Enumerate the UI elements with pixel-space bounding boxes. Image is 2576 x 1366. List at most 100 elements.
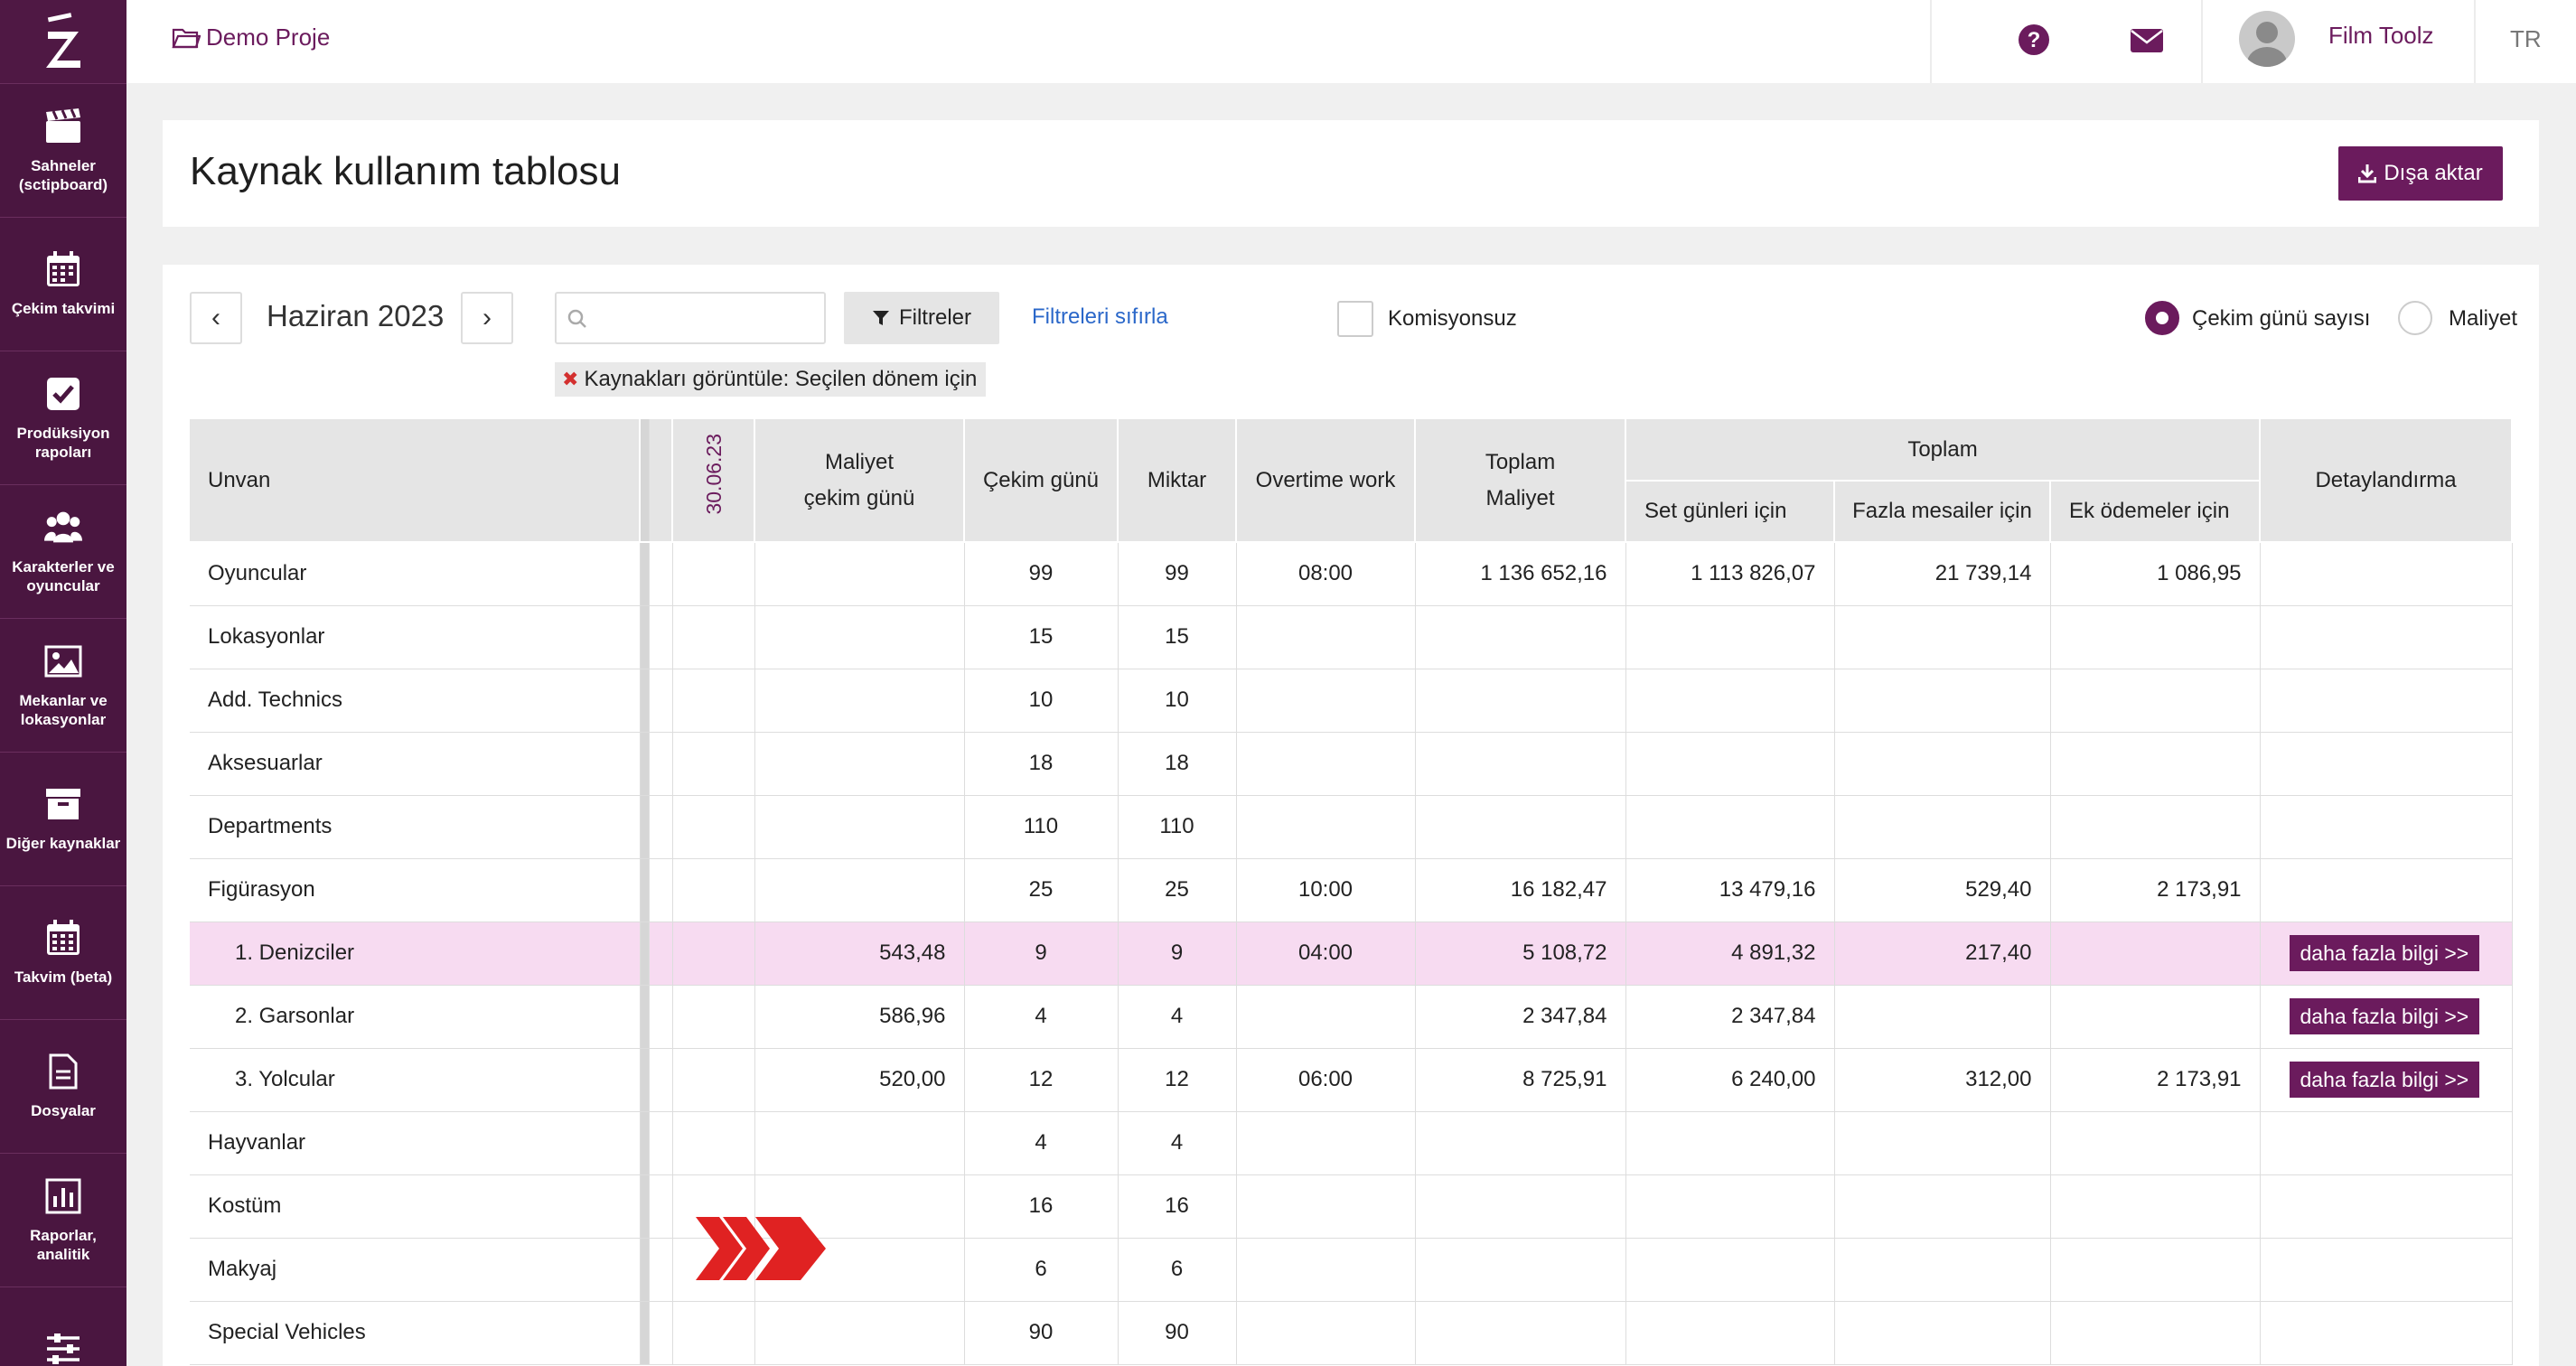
table-row: Special Vehicles 90 90	[190, 1301, 2513, 1365]
column-divider	[640, 1238, 650, 1302]
column-divider	[640, 605, 650, 669]
remove-chip-icon[interactable]: ✖	[562, 368, 578, 391]
cell-total-cost: 5 108,72	[1415, 922, 1626, 986]
cell-extra-pay	[2050, 1301, 2261, 1365]
cell-total-cost	[1415, 732, 1626, 796]
cell-set-days: 13 479,16	[1625, 858, 1835, 922]
column-divider	[640, 922, 650, 986]
cell-blank	[649, 542, 673, 606]
cell-extra-hours: 529,40	[1834, 858, 2051, 922]
next-month-button[interactable]: ›	[461, 292, 513, 344]
logo-icon	[46, 13, 80, 68]
cell-detail	[2260, 1238, 2513, 1302]
radio-cost-label: Maliyet	[2449, 306, 2518, 331]
avatar[interactable]	[2239, 11, 2295, 67]
table-row: Kostüm 16 16	[190, 1174, 2513, 1239]
sidebar-item[interactable]: Takvim (beta)	[0, 885, 126, 1019]
column-divider	[640, 732, 650, 796]
column-divider	[640, 1048, 650, 1112]
help-icon[interactable]: ?	[2018, 23, 2050, 61]
cell-overtime: 08:00	[1236, 542, 1416, 606]
column-divider	[640, 985, 650, 1049]
cell-days: 6	[964, 1238, 1119, 1302]
column-divider	[640, 795, 650, 859]
cell-detail: daha fazla bilgi >>	[2260, 922, 2513, 986]
sidebar-item[interactable]: Dosyalar	[0, 1019, 126, 1153]
header-panel: Kaynak kullanım tablosu Dışa aktar	[163, 120, 2539, 227]
bar-chart-icon	[44, 1177, 82, 1215]
more-info-button[interactable]: daha fazla bilgi >>	[2289, 935, 2480, 971]
cell-date	[672, 922, 755, 986]
table-row: Lokasyonlar 15 15	[190, 605, 2513, 669]
funnel-icon	[872, 311, 889, 325]
search-icon	[567, 309, 586, 328]
cell-detail	[2260, 669, 2513, 733]
search-input[interactable]	[557, 294, 824, 342]
cell-overtime	[1236, 795, 1416, 859]
cell-cost-day: 543,48	[754, 922, 965, 986]
header-blank	[649, 419, 673, 543]
cell-date	[672, 1111, 755, 1175]
cell-date	[672, 795, 755, 859]
cell-qty: 99	[1118, 542, 1237, 606]
sidebar-item[interactable]: Sahneler (sctipboard)	[0, 83, 126, 217]
mail-icon[interactable]	[2130, 27, 2164, 59]
more-info-button[interactable]: daha fazla bilgi >>	[2289, 1062, 2480, 1098]
cell-days: 25	[964, 858, 1119, 922]
filter-button[interactable]: Filtreler	[844, 292, 999, 344]
sidebar-item[interactable]: Prodüksiyon rapoları	[0, 351, 126, 484]
table-row: Figürasyon 25 25 10:00 16 182,47 13 479,16 529…	[190, 858, 2513, 922]
cell-set-days: 2 347,84	[1625, 985, 1835, 1049]
cell-extra-pay	[2050, 605, 2261, 669]
cell-detail	[2260, 732, 2513, 796]
sidebar-item-label: Diğer kaynaklar	[5, 835, 121, 852]
sidebar-item[interactable]: Mekanlar ve lokasyonlar	[0, 618, 126, 752]
radio-shooting-days[interactable]	[2145, 301, 2179, 335]
header-detail: Detaylandırma	[2260, 419, 2514, 543]
page-title: Kaynak kullanım tablosu	[190, 149, 621, 193]
filter-chip: ✖ Kaynakları görüntüle: Seçilen dönem iç…	[555, 362, 987, 397]
sidebar-item[interactable]: Diğer kaynaklar	[0, 752, 126, 885]
app-logo[interactable]	[0, 0, 126, 83]
row-name: Kostüm	[190, 1174, 641, 1239]
row-name: Makyaj	[190, 1238, 641, 1302]
cell-total-cost: 2 347,84	[1415, 985, 1626, 1049]
column-divider	[640, 669, 650, 733]
sidebar-item[interactable]: Karakterler ve oyuncular	[0, 484, 126, 618]
cell-total-cost	[1415, 605, 1626, 669]
top-bar: Demo Proje ? Film Toolz TR	[126, 0, 2576, 83]
reset-filters-link[interactable]: Filtreleri sıfırla	[1032, 304, 1168, 330]
column-divider	[640, 542, 650, 606]
cell-qty: 15	[1118, 605, 1237, 669]
cell-extra-pay	[2050, 795, 2261, 859]
cell-overtime	[1236, 1238, 1416, 1302]
header-qty: Miktar	[1118, 419, 1237, 543]
cell-blank	[649, 858, 673, 922]
cell-set-days	[1625, 1301, 1835, 1365]
cell-set-days	[1625, 1111, 1835, 1175]
language-switch[interactable]: TR	[2510, 25, 2542, 53]
row-name: 2. Garsonlar	[190, 985, 641, 1049]
cell-extra-hours	[1834, 1238, 2051, 1302]
prev-month-button[interactable]: ‹	[190, 292, 242, 344]
cell-blank	[649, 669, 673, 733]
user-name[interactable]: Film Toolz	[2328, 22, 2434, 50]
cell-cost-day	[754, 1301, 965, 1365]
sidebar-item[interactable]: Raporlar, analitik	[0, 1153, 126, 1286]
sidebar-item[interactable]: Çekim takvimi	[0, 217, 126, 351]
more-info-button[interactable]: daha fazla bilgi >>	[2289, 998, 2480, 1034]
cell-extra-hours	[1834, 795, 2051, 859]
komisyonsuz-checkbox[interactable]	[1337, 301, 1373, 337]
cell-cost-day	[754, 605, 965, 669]
cell-extra-hours	[1834, 1301, 2051, 1365]
people-icon	[44, 509, 82, 547]
column-divider	[640, 1111, 650, 1175]
sidebar-item[interactable]	[0, 1286, 126, 1366]
export-button[interactable]: Dışa aktar	[2338, 146, 2503, 201]
radio-cost[interactable]	[2398, 301, 2432, 335]
project-link[interactable]: Demo Proje	[172, 23, 330, 51]
cell-detail	[2260, 1174, 2513, 1239]
project-name: Demo Proje	[206, 23, 331, 51]
row-name: Oyuncular	[190, 542, 641, 606]
row-name: Departments	[190, 795, 641, 859]
